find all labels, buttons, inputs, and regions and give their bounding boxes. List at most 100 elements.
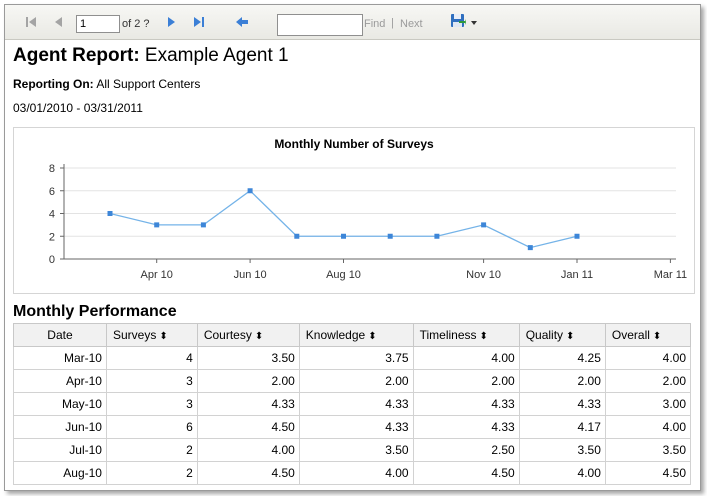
column-header-timeliness[interactable]: Timeliness ⬍	[412, 323, 520, 347]
table-cell: 4.00	[604, 346, 692, 370]
sort-icon[interactable]: ⬍	[255, 331, 263, 342]
data-point	[387, 233, 393, 239]
table-cell: 3.00	[604, 392, 692, 416]
table-cell: 3.50	[298, 438, 414, 462]
export-icon[interactable]	[450, 13, 466, 29]
table-row: May-10 3 4.33 4.33 4.33 4.33 3.00	[13, 392, 692, 416]
table-cell: 3	[105, 392, 198, 416]
table-cell: 2.00	[604, 369, 692, 393]
page-number-input[interactable]	[76, 15, 120, 33]
report-agent-name: Example Agent 1	[139, 45, 289, 66]
sort-icon[interactable]: ⬍	[566, 331, 574, 342]
data-point	[527, 245, 533, 251]
table-cell: 4.00	[298, 461, 414, 485]
y-tick-label: 8	[49, 163, 55, 175]
table-row: Jun-10 6 4.50 4.33 4.33 4.17 4.00	[13, 415, 692, 439]
column-header-courtesy[interactable]: Courtesy ⬍	[196, 323, 300, 347]
table-cell: 3.50	[604, 438, 692, 462]
column-header-label: Timeliness	[419, 328, 477, 342]
date-range: 03/01/2010 - 03/31/2011	[13, 101, 143, 115]
report-title: Agent Report: Example Agent 1	[13, 45, 289, 67]
table-row: Jul-10 2 4.00 3.50 2.50 3.50 3.50	[13, 438, 692, 462]
sort-icon[interactable]: ⬍	[653, 331, 661, 342]
last-page-icon[interactable]	[191, 14, 207, 30]
table-cell: 4.33	[298, 392, 414, 416]
column-header-surveys[interactable]: Surveys ⬍	[105, 323, 198, 347]
column-header-label: Knowledge	[305, 328, 366, 342]
x-tick-label: Jun 10	[234, 269, 267, 281]
back-icon[interactable]	[234, 14, 250, 30]
column-header-label: Overall	[611, 328, 650, 342]
reporting-on-value: All Support Centers	[93, 77, 201, 91]
y-tick-label: 0	[49, 254, 55, 266]
table-cell: 4.33	[298, 415, 414, 439]
table-cell: 4.50	[196, 415, 300, 439]
y-tick-label: 2	[49, 231, 55, 243]
sort-icon[interactable]: ⬍	[480, 331, 488, 342]
data-point	[294, 233, 300, 239]
table-cell: 6	[105, 415, 198, 439]
find-separator: |	[391, 17, 394, 29]
surveys-chart: Monthly Number of Surveys 0 2 4 6 8 Apr 10 Jun…	[13, 127, 695, 294]
page-count: of 2 ?	[122, 18, 150, 30]
column-header-label: Date	[47, 328, 73, 342]
table-cell: 2.50	[412, 438, 520, 462]
table-body: Mar-10 4 3.50 3.75 4.00 4.25 4.00 Apr-10 3 2.00 2.…	[13, 346, 692, 485]
surveys-chart-svg: Monthly Number of Surveys 0 2 4 6 8 Apr 10 Jun…	[49, 137, 687, 281]
table-cell: 4.00	[604, 415, 692, 439]
previous-page-icon[interactable]	[51, 14, 67, 30]
table-row: Apr-10 3 2.00 2.00 2.00 2.00 2.00	[13, 369, 692, 393]
table-cell: 2.00	[518, 369, 606, 393]
x-tick-label: Mar 11	[654, 269, 687, 281]
chart-title: Monthly Number of Surveys	[274, 137, 434, 151]
y-tick-label: 6	[49, 186, 55, 198]
table-cell: 2.00	[196, 369, 300, 393]
table-cell: Jul-10	[13, 438, 107, 462]
table-row: Mar-10 4 3.50 3.75 4.00 4.25 4.00	[13, 346, 692, 370]
series-line	[109, 189, 578, 249]
find-input[interactable]	[277, 14, 363, 36]
sort-icon[interactable]: ⬍	[159, 331, 167, 342]
performance-table: Date Surveys ⬍ Courtesy ⬍ Knowledge ⬍ Timelines…	[13, 323, 692, 485]
table-cell: 4.33	[518, 392, 606, 416]
section-title: Monthly Performance	[13, 303, 177, 320]
column-header-date[interactable]: Date	[13, 323, 107, 347]
column-header-label: Courtesy	[203, 328, 252, 342]
x-tick-label: Aug 10	[326, 269, 361, 281]
table-cell: 2	[105, 461, 198, 485]
dropdown-arrow-icon[interactable]	[471, 20, 477, 25]
table-cell: Aug-10	[13, 461, 107, 485]
table-cell: 4.17	[518, 415, 606, 439]
data-point	[434, 233, 440, 239]
table-cell: 3.50	[196, 346, 300, 370]
table-cell: May-10	[13, 392, 107, 416]
find-next-link[interactable]: Next	[400, 18, 423, 30]
next-page-icon[interactable]	[163, 14, 179, 30]
table-cell: 4	[105, 346, 198, 370]
column-header-overall[interactable]: Overall ⬍	[604, 323, 692, 347]
table-cell: Mar-10	[13, 346, 107, 370]
table-row: Aug-10 2 4.50 4.00 4.50 4.00 4.50	[13, 461, 692, 485]
first-page-icon[interactable]	[23, 14, 39, 30]
table-cell: 2.00	[412, 369, 520, 393]
column-header-knowledge[interactable]: Knowledge ⬍	[298, 323, 414, 347]
table-cell: 3.75	[298, 346, 414, 370]
x-tick-label: Apr 10	[140, 269, 172, 281]
data-point	[247, 188, 253, 194]
y-tick-label: 4	[49, 209, 55, 221]
data-point	[200, 222, 206, 228]
table-cell: Apr-10	[13, 369, 107, 393]
table-cell: 4.25	[518, 346, 606, 370]
table-cell: 4.00	[196, 438, 300, 462]
find-link[interactable]: Find	[364, 18, 385, 30]
sort-icon[interactable]: ⬍	[368, 331, 376, 342]
report-body: Agent Report: Example Agent 1 Reporting …	[13, 41, 700, 490]
column-header-quality[interactable]: Quality ⬍	[518, 323, 606, 347]
data-point	[341, 233, 346, 239]
table-cell: 3	[105, 369, 198, 393]
data-point	[481, 222, 487, 228]
data-point	[107, 211, 113, 216]
table-cell: 2	[105, 438, 198, 462]
data-point	[574, 233, 580, 239]
table-cell: Jun-10	[13, 415, 107, 439]
